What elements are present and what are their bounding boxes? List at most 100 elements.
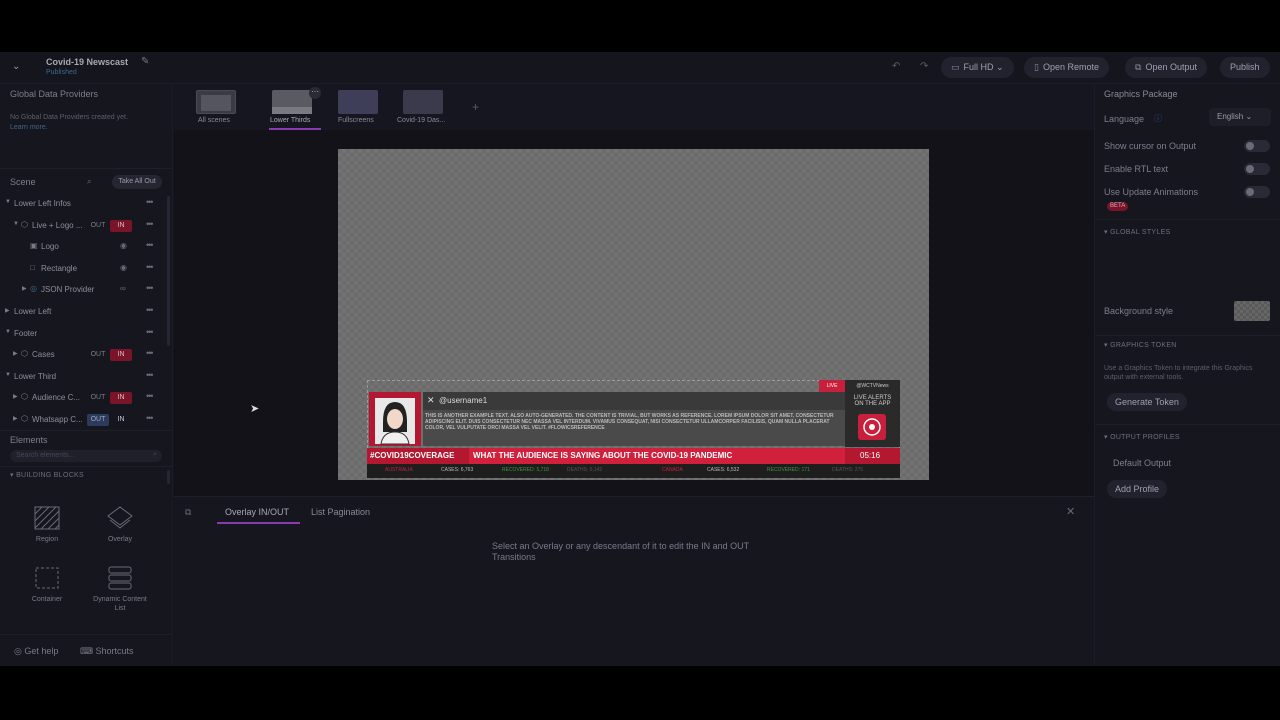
info-icon[interactable]: ⓘ — [1154, 113, 1162, 124]
undo-icon[interactable]: ↶ — [892, 61, 900, 72]
eye-icon[interactable]: ◉ — [120, 263, 127, 272]
more-icon[interactable]: ••• — [146, 391, 154, 401]
output-profiles-header[interactable]: ▾ OUTPUT PROFILES — [1104, 433, 1180, 441]
tab-options-icon[interactable]: ⋯ — [309, 87, 321, 99]
in-button[interactable]: IN — [110, 414, 132, 426]
more-icon[interactable]: ••• — [146, 283, 154, 293]
elements-scrollbar[interactable] — [167, 470, 170, 484]
out-button[interactable]: OUT — [87, 220, 109, 232]
more-icon[interactable]: ••• — [146, 370, 154, 380]
get-help-button[interactable]: ◎ Get help — [14, 646, 58, 657]
chevron-right-icon[interactable]: ▶ — [13, 415, 18, 422]
scene-row[interactable]: ▶ ⬡ Audience C... OUT IN ••• — [0, 388, 166, 408]
more-icon[interactable]: ••• — [146, 413, 154, 423]
close-icon[interactable]: ✕ — [1066, 505, 1075, 518]
stage-preview[interactable]: ✕ @username1 THIS IS ANOTHER EXAMPLE TEX… — [338, 149, 929, 480]
language-select[interactable]: English ⌄ — [1209, 108, 1271, 126]
panel-icon[interactable]: ⧉ — [185, 507, 191, 518]
tab-covid-dashboard-thumb[interactable] — [403, 90, 443, 114]
in-button[interactable]: IN — [110, 392, 132, 404]
chevron-right-icon[interactable]: ▶ — [13, 393, 18, 400]
scene-row[interactable]: ▼ Footer ••• — [0, 324, 166, 344]
scene-row[interactable]: ▶ ◎ JSON Provider ∞ ••• — [0, 280, 166, 300]
block-container[interactable]: Container — [17, 566, 77, 616]
block-label: Dynamic Content List — [93, 596, 147, 612]
out-button[interactable]: OUT — [87, 414, 109, 426]
update-animations-toggle[interactable] — [1244, 186, 1270, 198]
elements-search-input[interactable]: Search elements... ⌕ — [10, 450, 162, 462]
tab-lower-thirds[interactable]: Lower Thirds — [270, 117, 310, 124]
more-icon[interactable]: ••• — [146, 219, 154, 229]
default-output-item[interactable]: Default Output — [1113, 458, 1171, 468]
background-style-swatch[interactable] — [1234, 301, 1270, 321]
block-overlay[interactable]: Overlay — [90, 506, 150, 556]
graphics-token-header[interactable]: ▾ GRAPHICS TOKEN — [1104, 341, 1177, 349]
more-icon[interactable]: ••• — [146, 348, 154, 358]
chevron-right-icon[interactable]: ▶ — [5, 307, 10, 314]
resolution-label: Full HD — [963, 62, 994, 72]
shortcuts-button[interactable]: ⌨ Shortcuts — [80, 646, 134, 657]
tab-fullscreens-thumb[interactable] — [338, 90, 378, 114]
in-button[interactable]: IN — [110, 220, 132, 232]
block-region[interactable]: Region — [17, 506, 77, 556]
list-icon — [108, 566, 132, 590]
search-icon[interactable]: ⌕ — [87, 177, 91, 187]
more-icon[interactable]: ••• — [146, 240, 154, 250]
thumb-layer — [201, 95, 231, 111]
learn-more-link[interactable]: Learn more. — [10, 124, 48, 131]
tab-fullscreens[interactable]: Fullscreens — [338, 117, 374, 124]
edit-pencil-icon[interactable]: ✎ — [141, 56, 149, 67]
chevron-down-icon[interactable]: ▼ — [5, 372, 11, 378]
more-icon[interactable]: ••• — [146, 305, 154, 315]
chevron-down-icon[interactable]: ▼ — [5, 329, 11, 335]
more-icon[interactable]: ••• — [146, 262, 154, 272]
scene-row[interactable]: ▼ ⬡ Live + Logo ... OUT IN ••• — [0, 216, 166, 236]
scene-row[interactable]: ▶ ⬡ Whatsapp C... OUT IN ••• — [0, 410, 166, 430]
lower-third-graphic[interactable]: ✕ @username1 THIS IS ANOTHER EXAMPLE TEX… — [367, 380, 900, 478]
chevron-down-icon[interactable]: ▼ — [13, 221, 19, 227]
scene-row-label: Cases — [32, 350, 55, 359]
block-dynamic-content-list[interactable]: Dynamic Content List — [90, 566, 150, 616]
scene-scrollbar[interactable] — [167, 196, 170, 346]
scene-row[interactable]: ▶ Lower Left ••• — [0, 302, 166, 322]
show-cursor-toggle[interactable] — [1244, 140, 1270, 152]
tab-lower-thirds-thumb[interactable] — [272, 90, 312, 114]
tab-all-scenes-thumb[interactable] — [196, 90, 236, 114]
out-button[interactable]: OUT — [87, 392, 109, 404]
x-logo-icon: ✕ — [427, 395, 435, 405]
chevron-right-icon[interactable]: ▶ — [22, 285, 27, 292]
more-icon[interactable]: ••• — [146, 327, 154, 337]
scene-row[interactable]: ▼ Lower Third ••• — [0, 367, 166, 387]
take-all-out-button[interactable]: Take All Out — [112, 175, 162, 189]
add-scene-icon[interactable]: + — [472, 100, 479, 114]
tab-all-scenes[interactable]: All scenes — [198, 117, 230, 124]
headline-text: WHAT THE AUDIENCE IS SAYING ABOUT THE CO… — [473, 451, 733, 460]
global-styles-header[interactable]: ▾ GLOBAL STYLES — [1104, 228, 1171, 236]
resolution-dropdown[interactable]: ▭ Full HD ⌄ — [941, 57, 1014, 78]
tab-overlay-in-out[interactable]: Overlay IN/OUT — [225, 507, 289, 517]
chevron-down-icon[interactable]: ▼ — [5, 199, 11, 205]
in-button[interactable]: IN — [110, 349, 132, 361]
scene-row[interactable]: ▣ Logo ◉ ••• — [0, 237, 166, 257]
redo-icon[interactable]: ↷ — [920, 61, 928, 72]
chevron-right-icon[interactable]: ▶ — [13, 350, 18, 357]
building-blocks-header[interactable]: ▾ BUILDING BLOCKS — [10, 471, 84, 479]
scene-row[interactable]: ▼ Lower Left Infos ••• — [0, 194, 166, 214]
add-profile-button[interactable]: Add Profile — [1107, 480, 1168, 498]
open-remote-button[interactable]: ▯ Open Remote — [1024, 57, 1109, 78]
scene-row[interactable]: ▶ ⬡ Cases OUT IN ••• — [0, 345, 166, 365]
tab-list-pagination[interactable]: List Pagination — [311, 507, 370, 517]
chevron-down-icon[interactable]: ⌄ — [12, 61, 24, 73]
out-button[interactable]: OUT — [87, 349, 109, 361]
eye-icon[interactable]: ◉ — [120, 241, 127, 250]
divider — [1095, 335, 1280, 336]
generate-token-button[interactable]: Generate Token — [1107, 393, 1187, 411]
more-icon[interactable]: ••• — [146, 197, 154, 207]
ticker-deaths: DEATHS: 275 — [832, 467, 864, 473]
open-output-button[interactable]: ⧉ Open Output — [1125, 57, 1207, 78]
publish-button[interactable]: Publish — [1220, 57, 1270, 78]
enable-rtl-toggle[interactable] — [1244, 163, 1270, 175]
scene-row[interactable]: □ Rectangle ◉ ••• — [0, 259, 166, 279]
tab-covid-dashboard[interactable]: Covid-19 Das... — [397, 117, 445, 124]
link-icon[interactable]: ∞ — [120, 284, 126, 293]
